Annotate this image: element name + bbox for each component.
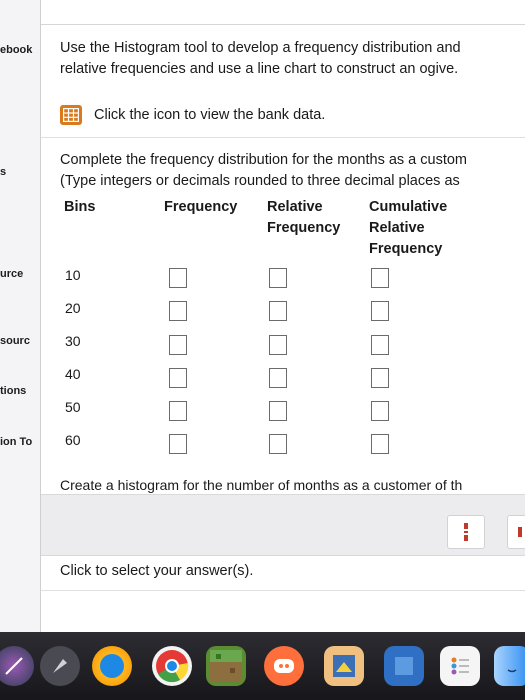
sidebar-item-resources[interactable]: sourc xyxy=(0,335,30,347)
frequency-input[interactable] xyxy=(169,301,187,321)
header-cumulative-line-2: Relative xyxy=(369,220,425,236)
sidebar-item-resource[interactable]: urce xyxy=(0,268,23,280)
header-frequency: Frequency xyxy=(164,199,238,215)
next-tool-button[interactable] xyxy=(507,515,525,549)
reminders-icon[interactable] xyxy=(440,646,480,686)
finder-icon[interactable] xyxy=(494,646,525,686)
table-instructions: Complete the frequency distribution for … xyxy=(60,150,467,192)
answer-prompt[interactable]: Click to select your answer(s). xyxy=(60,563,253,579)
histogram-prompt: Create a histogram for the number of mon… xyxy=(60,477,463,493)
cumulative-frequency-input[interactable] xyxy=(371,301,389,321)
sidebar-item-ebook[interactable]: ebook xyxy=(0,44,32,56)
question-panel: Use the Histogram tool to develop a freq… xyxy=(41,0,525,632)
header-relative-line-2: Frequency xyxy=(267,220,341,236)
bin-label: 20 xyxy=(65,300,81,316)
sidebar-item-tools[interactable]: s xyxy=(0,166,6,178)
bin-label: 10 xyxy=(65,267,81,283)
preview-icon[interactable] xyxy=(324,646,364,686)
chrome-icon[interactable] xyxy=(152,646,192,686)
frequency-input[interactable] xyxy=(169,268,187,288)
histogram-icon xyxy=(464,523,468,541)
header-cumulative-line-1: Cumulative xyxy=(369,199,448,215)
header-cumulative-line-3: Frequency xyxy=(369,241,443,257)
instructions-line-1: Complete the frequency distribution for … xyxy=(60,152,468,168)
question-intro: Use the Histogram tool to develop a freq… xyxy=(60,38,461,80)
relative-frequency-input[interactable] xyxy=(269,401,287,421)
safari-icon[interactable] xyxy=(92,646,132,686)
frequency-input[interactable] xyxy=(169,368,187,388)
frequency-input[interactable] xyxy=(169,401,187,421)
cumulative-frequency-input[interactable] xyxy=(371,368,389,388)
files-icon[interactable] xyxy=(384,646,424,686)
frequency-input[interactable] xyxy=(169,434,187,454)
cumulative-frequency-input[interactable] xyxy=(371,335,389,355)
sidebar-item-options[interactable]: tions xyxy=(0,385,26,397)
section-divider xyxy=(41,137,525,138)
sidebar-item-ion-to[interactable]: ion To xyxy=(0,436,32,448)
intro-line-1: Use the Histogram tool to develop a freq… xyxy=(60,40,461,56)
relative-frequency-input[interactable] xyxy=(269,301,287,321)
sidebar: ebook s urce sourc tions ion To xyxy=(0,0,41,632)
header-relative-line-1: Relative xyxy=(267,199,323,215)
cumulative-frequency-input[interactable] xyxy=(371,401,389,421)
dock xyxy=(0,632,525,700)
bin-label: 50 xyxy=(65,399,81,415)
relative-frequency-input[interactable] xyxy=(269,434,287,454)
top-divider xyxy=(41,24,525,25)
instructions-line-2: (Type integers or decimals rounded to th… xyxy=(60,173,460,189)
bar-icon xyxy=(518,527,522,537)
bin-label: 40 xyxy=(65,366,81,382)
cumulative-frequency-input[interactable] xyxy=(371,434,389,454)
bin-label: 30 xyxy=(65,333,81,349)
minecraft-icon[interactable] xyxy=(206,646,246,686)
bottom-divider xyxy=(41,590,525,591)
rocket-icon[interactable] xyxy=(40,646,80,686)
header-bins: Bins xyxy=(64,199,96,215)
frequency-input[interactable] xyxy=(169,335,187,355)
relative-frequency-input[interactable] xyxy=(269,268,287,288)
bin-label: 60 xyxy=(65,432,81,448)
launchpad-icon[interactable] xyxy=(0,646,34,686)
intro-line-2: relative frequencies and use a line char… xyxy=(60,61,459,77)
table-icon[interactable] xyxy=(60,105,82,125)
header-cumulative-relative-frequency: Cumulative Relative Frequency xyxy=(369,197,447,260)
discord-icon[interactable] xyxy=(264,646,304,686)
histogram-tool-button[interactable] xyxy=(447,515,485,549)
header-relative-frequency: Relative Frequency xyxy=(267,197,340,239)
bank-data-row: Click the icon to view the bank data. xyxy=(60,103,325,127)
bank-data-text: Click the icon to view the bank data. xyxy=(94,107,326,123)
relative-frequency-input[interactable] xyxy=(269,368,287,388)
relative-frequency-input[interactable] xyxy=(269,335,287,355)
cumulative-frequency-input[interactable] xyxy=(371,268,389,288)
